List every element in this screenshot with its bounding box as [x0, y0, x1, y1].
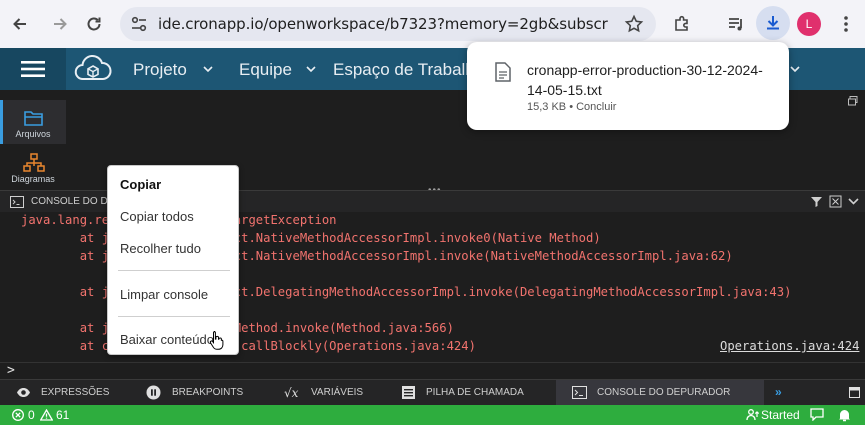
- download-icon: [767, 16, 779, 30]
- profile-avatar[interactable]: L: [797, 12, 821, 36]
- filter-icon[interactable]: [810, 195, 823, 208]
- puzzle-icon: [675, 15, 688, 31]
- error-count[interactable]: 0: [28, 408, 35, 422]
- sidebar-item-diagramas[interactable]: Diagramas: [0, 145, 66, 189]
- warning-icon: [40, 409, 53, 421]
- tab-label: VARIÁVEIS: [311, 387, 364, 398]
- diagram-icon: [23, 153, 45, 172]
- bell-icon[interactable]: [838, 408, 851, 422]
- extensions-button[interactable]: [670, 12, 694, 36]
- nav-item-projeto[interactable]: Projeto: [133, 60, 187, 80]
- hamburger-menu-button[interactable]: [0, 48, 66, 90]
- more-tabs-button[interactable]: »: [775, 385, 782, 399]
- terminal-icon: [572, 386, 587, 399]
- back-button[interactable]: [8, 12, 32, 36]
- cronapp-logo-icon: [74, 54, 112, 81]
- console-prompt: >: [7, 363, 15, 378]
- person-up-icon: [746, 409, 759, 421]
- sidebar: Arquivos Diagramas: [0, 90, 66, 190]
- folder-icon: [24, 111, 43, 126]
- menu-item-copiar-todos[interactable]: Copiar todos: [120, 209, 194, 224]
- nav-item-equipe[interactable]: Equipe: [239, 60, 292, 80]
- browser-menu-button[interactable]: [834, 12, 858, 36]
- chevron-down-icon: [306, 66, 316, 73]
- sidebar-item-label: Arquivos: [15, 129, 51, 139]
- log-line: at cronapi.Operations.callBlockly(Operat…: [21, 339, 476, 353]
- file-icon: [495, 62, 511, 82]
- site-settings-icon[interactable]: [130, 15, 148, 33]
- source-link[interactable]: Operations.java:424: [720, 339, 859, 353]
- pause-icon: [146, 385, 161, 400]
- sidebar-item-label: Diagramas: [11, 174, 55, 184]
- download-file-meta: 15,3 KB • Concluir: [527, 101, 617, 113]
- tab-breakpoints[interactable]: BREAKPOINTS: [132, 380, 270, 405]
- console-input-row[interactable]: >: [0, 362, 865, 379]
- status-bar: 0 61 Started: [0, 405, 865, 425]
- nav-item-espaco-de-trabalho[interactable]: Espaço de Trabalho: [333, 60, 484, 80]
- feedback-icon[interactable]: [810, 408, 824, 421]
- function-icon: √x: [284, 386, 299, 400]
- address-bar[interactable]: ide.cronapp.io/openworkspace/b7323?memor…: [120, 7, 656, 41]
- tab-label: BREAKPOINTS: [172, 387, 244, 398]
- debug-tabs: EXPRESSÕES BREAKPOINTS √x VARIÁVEIS PILH…: [0, 379, 865, 405]
- clear-console-icon[interactable]: [829, 195, 842, 208]
- menu-item-copiar[interactable]: Copiar: [120, 177, 161, 192]
- reload-icon: [87, 17, 101, 31]
- download-file-name[interactable]: cronapp-error-production-30-12-2024-14-0…: [527, 60, 767, 100]
- hand-cursor-icon: [209, 331, 224, 350]
- tab-label: CONSOLE DO DEPURADOR: [597, 387, 731, 398]
- tab-variaveis[interactable]: √x VARIÁVEIS: [270, 380, 396, 405]
- terminal-icon: [10, 196, 24, 208]
- restore-panel-icon[interactable]: [849, 387, 860, 398]
- tab-label: PILHA DE CHAMADA: [426, 387, 524, 398]
- menu-separator: [118, 270, 230, 271]
- arrow-right-icon: [54, 18, 67, 30]
- downloads-button[interactable]: [756, 6, 790, 40]
- sidebar-item-arquivos[interactable]: Arquivos: [0, 100, 66, 144]
- console-context-menu: Copiar Copiar todos Recolher tudo Limpar…: [107, 165, 239, 355]
- reload-button[interactable]: [82, 12, 106, 36]
- forward-button[interactable]: [48, 12, 72, 36]
- kebab-menu-icon: [844, 16, 848, 32]
- chevron-down-icon: [790, 66, 800, 73]
- error-icon: [12, 409, 24, 421]
- server-status[interactable]: Started: [761, 408, 800, 422]
- bookmark-star-icon[interactable]: [624, 14, 644, 34]
- download-bubble: cronapp-error-production-30-12-2024-14-0…: [467, 42, 789, 130]
- browser-toolbar: ide.cronapp.io/openworkspace/b7323?memor…: [0, 0, 865, 48]
- menu-item-recolher-tudo[interactable]: Recolher tudo: [120, 241, 201, 256]
- tab-console-do-depurador[interactable]: CONSOLE DO DEPURADOR: [556, 380, 764, 405]
- warning-count[interactable]: 61: [56, 408, 69, 422]
- eye-icon: [17, 388, 30, 397]
- url-text: ide.cronapp.io/openworkspace/b7323?memor…: [158, 15, 608, 33]
- chevron-down-icon[interactable]: [847, 195, 860, 208]
- media-controls-button[interactable]: [724, 12, 748, 36]
- menu-item-baixar-conteudo[interactable]: Baixar conteúdo: [120, 332, 214, 347]
- tab-expressoes[interactable]: EXPRESSÕES: [0, 380, 132, 405]
- chevron-down-icon: [203, 66, 213, 73]
- svg-text:√x: √x: [284, 386, 299, 400]
- stack-icon: [402, 386, 415, 399]
- tab-label: EXPRESSÕES: [41, 387, 110, 398]
- menu-item-limpar-console[interactable]: Limpar console: [120, 287, 208, 302]
- queue-music-icon: [729, 18, 742, 31]
- maximize-icon[interactable]: [848, 96, 858, 106]
- menu-separator: [118, 316, 230, 317]
- tab-pilha-de-chamada[interactable]: PILHA DE CHAMADA: [396, 380, 556, 405]
- arrow-left-icon: [13, 18, 26, 30]
- hamburger-icon: [21, 61, 45, 77]
